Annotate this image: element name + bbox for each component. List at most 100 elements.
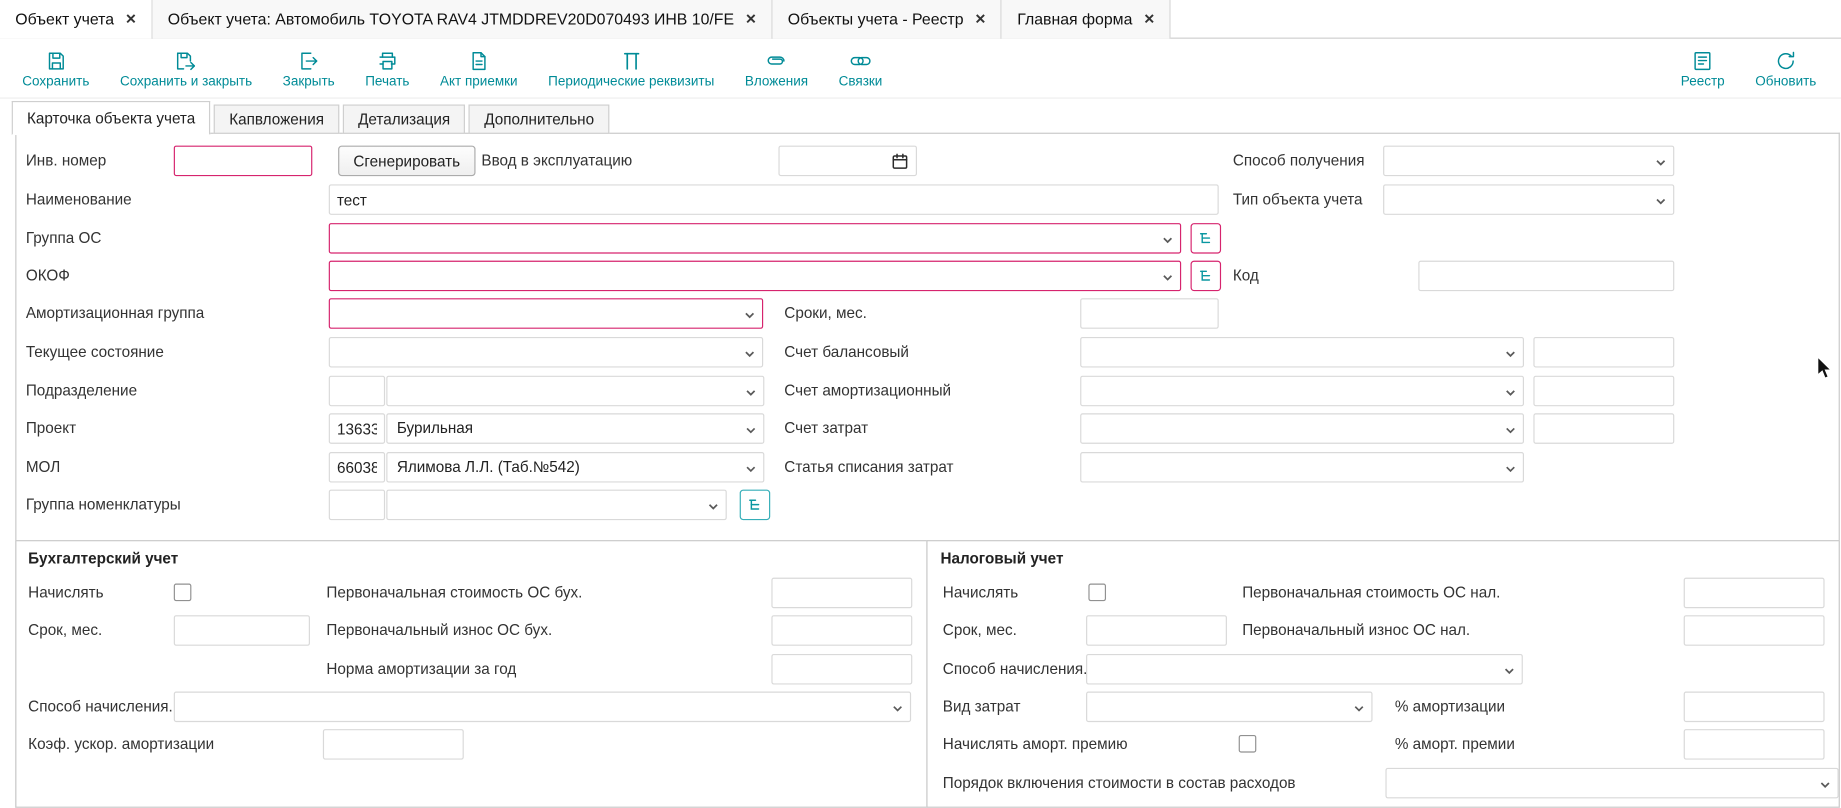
nomenclature-tree-button[interactable] [740, 490, 771, 521]
accounting-accrue-label: Начислять [28, 578, 103, 609]
tab-detail[interactable]: Детализация [343, 104, 466, 133]
tab-objects-registry[interactable]: Объекты учета - Реестр × [773, 0, 1002, 39]
tree-icon [1198, 230, 1214, 246]
depreciation-account-extra-input[interactable] [1533, 376, 1674, 407]
os-group-tree-button[interactable] [1191, 223, 1222, 254]
tab-label: Главная форма [1017, 11, 1132, 29]
department-combobox[interactable] [386, 376, 764, 407]
calendar-icon [890, 151, 910, 171]
cost-account-extra-input[interactable] [1533, 413, 1674, 444]
depreciation-account-label: Счет амортизационный [784, 376, 951, 407]
mol-value: Ялимова Л.Л. (Таб.№542) [397, 453, 737, 481]
tax-term-input[interactable] [1086, 615, 1227, 646]
accounting-term-input[interactable] [174, 615, 310, 646]
accounting-initial-cost-label: Первоначальная стоимость ОС бух. [326, 578, 582, 609]
attachments-label: Вложения [745, 75, 808, 89]
os-group-label: Группа ОС [26, 223, 102, 254]
acceptance-act-label: Акт приемки [440, 75, 518, 89]
registry-button[interactable]: Реестр [1666, 49, 1740, 89]
periodic-requisites-button[interactable]: Периодические реквизиты [533, 49, 730, 89]
close-icon [297, 49, 320, 72]
department-code-input[interactable] [329, 376, 385, 407]
acceptance-act-button[interactable]: Акт приемки [425, 49, 533, 89]
tab-main-form[interactable]: Главная форма × [1002, 0, 1171, 39]
accounting-accrue-checkbox[interactable] [174, 584, 192, 602]
tax-inclusion-order-combobox[interactable] [1385, 768, 1838, 799]
name-label: Наименование [26, 184, 132, 215]
links-button[interactable]: Связки [823, 49, 897, 89]
tab-additional[interactable]: Дополнительно [469, 104, 609, 133]
nomenclature-group-combobox[interactable] [386, 490, 726, 521]
mol-combobox[interactable]: Ялимова Л.Л. (Таб.№542) [386, 452, 764, 483]
tax-depreciation-percent-label: % амортизации [1395, 692, 1505, 723]
tax-method-label: Способ начисления... [943, 654, 1096, 685]
attachments-button[interactable]: Вложения [730, 49, 824, 89]
tab-close-icon[interactable]: × [975, 11, 985, 29]
chain-link-icon [849, 49, 872, 72]
nomenclature-group-value [397, 491, 700, 519]
os-group-combobox[interactable] [329, 223, 1181, 254]
accounting-rate-input[interactable] [771, 654, 912, 685]
os-group-value [339, 224, 1154, 252]
okof-tree-button[interactable] [1191, 261, 1222, 292]
tax-method-combobox[interactable] [1086, 654, 1523, 685]
tax-depreciation-percent-input[interactable] [1684, 692, 1825, 723]
save-button[interactable]: Сохранить [7, 49, 105, 89]
tab-card[interactable]: Карточка объекта учета [12, 101, 211, 135]
chevron-down-icon [707, 500, 720, 513]
tax-initial-cost-input[interactable] [1684, 578, 1825, 609]
okof-label: ОКОФ [26, 261, 70, 292]
mol-code-input[interactable] [329, 452, 385, 483]
chevron-down-icon [744, 424, 757, 437]
name-input[interactable] [329, 184, 1219, 215]
cost-account-combobox[interactable] [1080, 413, 1524, 444]
registry-label: Реестр [1681, 75, 1725, 89]
accounting-initial-wear-input[interactable] [771, 615, 912, 646]
tab-label: Объекты учета - Реестр [788, 11, 964, 29]
tax-cost-type-combobox[interactable] [1086, 692, 1372, 723]
accounting-method-combobox[interactable] [174, 692, 911, 723]
accounting-initial-cost-input[interactable] [771, 578, 912, 609]
tax-premium-accrue-checkbox[interactable] [1239, 735, 1257, 753]
tab-capex[interactable]: Капвложения [214, 104, 339, 133]
okof-combobox[interactable] [329, 261, 1181, 292]
commissioning-date-input[interactable] [778, 146, 917, 177]
tab-object-card[interactable]: Объект учета × [0, 0, 152, 39]
commissioning-label: Ввод в эксплуатацию [481, 146, 632, 177]
balance-account-extra-input[interactable] [1533, 337, 1674, 368]
inv-number-input[interactable] [174, 146, 313, 177]
tax-accrue-checkbox[interactable] [1088, 584, 1106, 602]
nomenclature-code-input[interactable] [329, 490, 385, 521]
tax-inclusion-order-value [1396, 769, 1812, 797]
tab-close-icon[interactable]: × [746, 11, 756, 29]
save-close-button[interactable]: Сохранить и закрыть [105, 49, 268, 89]
tax-initial-wear-input[interactable] [1684, 615, 1825, 646]
toolbar-right-group: Реестр Обновить [1666, 49, 1841, 89]
project-code-input[interactable] [329, 413, 385, 444]
object-type-combobox[interactable] [1383, 184, 1674, 215]
balance-account-combobox[interactable] [1080, 337, 1524, 368]
acquisition-method-combobox[interactable] [1383, 146, 1674, 177]
generate-button[interactable]: Сгенерировать [338, 146, 475, 177]
writeoff-article-combobox[interactable] [1080, 452, 1524, 483]
print-button[interactable]: Печать [350, 49, 425, 89]
tab-close-icon[interactable]: × [1144, 11, 1154, 29]
tax-premium-percent-input[interactable] [1684, 729, 1825, 760]
chevron-down-icon [891, 702, 904, 715]
chevron-down-icon [1504, 463, 1517, 476]
close-label: Закрыть [283, 75, 335, 89]
object-type-label: Тип объекта учета [1233, 184, 1363, 215]
tab-close-icon[interactable]: × [126, 11, 136, 29]
code-input[interactable] [1418, 261, 1674, 292]
project-combobox[interactable]: Бурильная [386, 413, 764, 444]
depreciation-account-combobox[interactable] [1080, 376, 1524, 407]
depreciation-group-combobox[interactable] [329, 298, 763, 329]
close-button[interactable]: Закрыть [267, 49, 350, 89]
current-state-combobox[interactable] [329, 337, 763, 368]
tab-object-toyota[interactable]: Объект учета: Автомобиль TOYOTA RAV4 JTM… [152, 0, 772, 39]
accounting-coef-label: Коэф. ускор. амортизации [28, 729, 214, 760]
refresh-button[interactable]: Обновить [1740, 49, 1832, 89]
terms-input[interactable] [1080, 298, 1219, 329]
refresh-label: Обновить [1755, 75, 1816, 89]
accounting-coef-input[interactable] [323, 729, 464, 760]
